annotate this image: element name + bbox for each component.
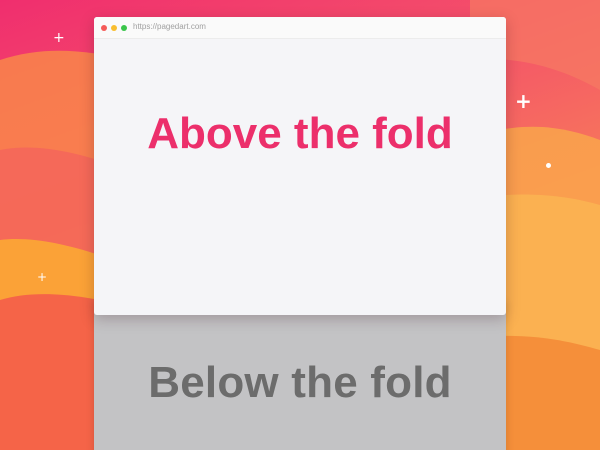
illustration: + + + Below the fold https://pagedart.co… <box>0 0 600 450</box>
sparkle-dot-right <box>546 163 551 168</box>
address-bar-url[interactable]: https://pagedart.com <box>133 22 206 31</box>
minimize-window-button[interactable] <box>111 25 117 31</box>
below-the-fold-headline: Below the fold <box>148 358 452 407</box>
sparkle-left-low: + <box>37 270 48 284</box>
browser-titlebar: https://pagedart.com <box>94 17 506 39</box>
zoom-window-button[interactable] <box>121 25 127 31</box>
above-the-fold-headline: Above the fold <box>147 109 453 158</box>
below-the-fold-panel: Below the fold <box>94 300 506 450</box>
browser-window: https://pagedart.com Above the fold <box>94 17 506 315</box>
close-window-button[interactable] <box>101 25 107 31</box>
sparkle-right: + <box>515 89 532 113</box>
sparkle-top-left: + <box>53 30 65 46</box>
